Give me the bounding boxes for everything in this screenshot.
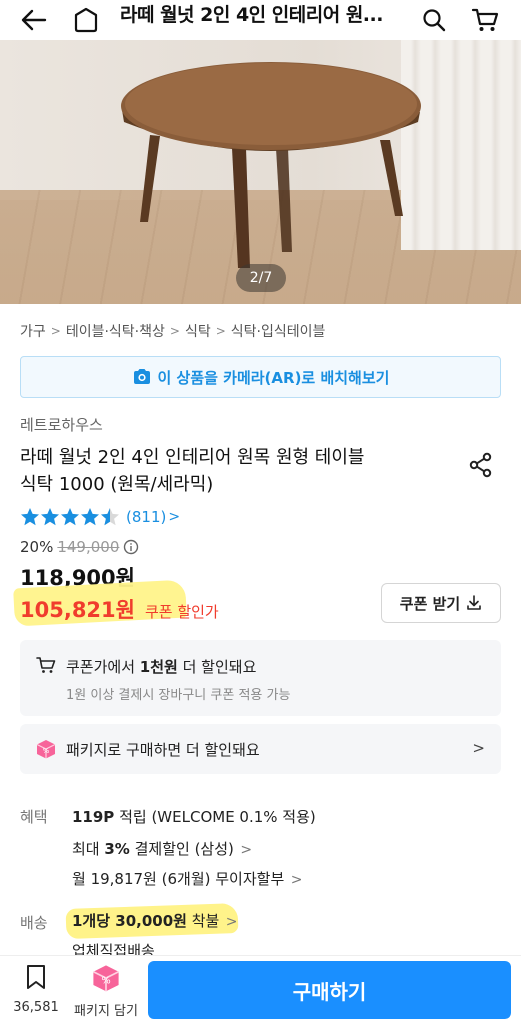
breadcrumb-item[interactable]: 식탁	[185, 321, 211, 341]
product-title-line1: 라떼 월넛 2인 4인 인테리어 원목 원형 테이블	[20, 447, 365, 468]
card-prefix: 최대	[72, 840, 105, 858]
discount-rate: 20%	[20, 538, 54, 556]
product-title-line2: 식탁 1000 (원목/세라믹)	[20, 474, 214, 495]
breadcrumb-item[interactable]: 가구	[20, 321, 46, 341]
back-arrow-icon[interactable]	[14, 0, 54, 40]
package-discount-text: 패키지로 구매하면 더 할인돼요	[66, 741, 260, 759]
top-app-bar: 라떼 월넛 2인 4인 인테리어 원...	[0, 0, 521, 40]
card-discount-benefit[interactable]: 최대 3% 결제할인 (삼성) >	[72, 838, 252, 859]
download-icon	[467, 595, 482, 610]
cart-coupon-text: 쿠폰가에서 1천원 더 할인돼요	[66, 656, 256, 677]
cart-coupon-suffix: 더 할인돼요	[177, 658, 257, 676]
coupon-price-row: 105,821원 쿠폰 할인가	[20, 594, 219, 624]
ar-button-label: 이 상품을 카메라(AR)로 배치해보기	[157, 368, 390, 387]
cart-coupon-prefix: 쿠폰가에서	[66, 658, 140, 676]
breadcrumb: 가구 > 테이블·식탁·책상 > 식탁 > 식탁·입식테이블	[20, 320, 325, 342]
card-discount-rate: 3%	[104, 840, 130, 858]
card-discount-detail: 결제할인 (삼성)	[129, 840, 234, 858]
bookmark-icon	[27, 965, 45, 989]
points-detail: 적립 (WELCOME 0.1% 적용)	[114, 808, 316, 826]
chevron-right-icon: >	[221, 914, 238, 930]
product-rating[interactable]: (811) >	[20, 506, 180, 528]
installment-text: 월 19,817원 (6개월) 무이자할부	[72, 870, 285, 888]
chevron-right-icon: >	[168, 509, 181, 525]
star-rating-icon	[21, 508, 119, 526]
cart-icon	[36, 657, 56, 673]
installment-benefit[interactable]: 월 19,817원 (6개월) 무이자할부 >	[72, 868, 302, 889]
chevron-right-icon: >	[472, 739, 485, 757]
info-icon[interactable]	[123, 539, 139, 555]
package-add-button[interactable]: % 패키지 담기	[70, 964, 142, 1019]
points-amount: 119P	[72, 808, 115, 826]
image-pager: 2/7	[236, 264, 286, 292]
coupon-button-label: 쿠폰 받기	[399, 594, 461, 613]
camera-icon	[133, 369, 150, 384]
discount-row: 20% 149,000	[20, 538, 139, 556]
package-icon: %	[36, 740, 56, 759]
cart-icon[interactable]	[468, 0, 502, 40]
home-icon[interactable]	[68, 0, 104, 40]
buy-button[interactable]: 구매하기	[148, 961, 511, 1019]
wishlist-button[interactable]: 36,581	[8, 964, 64, 1015]
get-coupon-button[interactable]: 쿠폰 받기	[381, 583, 501, 623]
review-count[interactable]: (811)	[126, 508, 166, 526]
package-discount-banner[interactable]: % 패키지로 구매하면 더 할인돼요 >	[20, 724, 501, 774]
cart-coupon-note: 1원 이상 결제시 장바구니 쿠폰 적용 가능	[66, 688, 291, 703]
original-price: 149,000	[57, 538, 120, 556]
svg-text:%: %	[101, 976, 110, 987]
chevron-right-icon: >	[286, 872, 303, 888]
page-title: 라떼 월넛 2인 4인 인테리어 원...	[120, 4, 383, 26]
product-image[interactable]: 2/7	[0, 40, 521, 304]
coupon-price-label: 쿠폰 할인가	[144, 603, 219, 621]
package-icon: %	[93, 965, 119, 992]
coupon-price: 105,821원	[20, 598, 135, 622]
cart-coupon-amount: 1천원	[139, 658, 178, 676]
wishlist-count: 36,581	[13, 1000, 59, 1015]
chevron-right-icon: >	[235, 842, 253, 858]
share-icon[interactable]	[468, 452, 494, 482]
package-add-label: 패키지 담기	[74, 1004, 138, 1019]
chevron-right-icon: >	[50, 324, 61, 338]
shipping-fee-type: 착불	[186, 912, 220, 930]
chevron-right-icon: >	[169, 324, 180, 338]
bottom-action-bar: 36,581 % 패키지 담기 구매하기	[0, 955, 521, 1024]
points-benefit: 119P 적립 (WELCOME 0.1% 적용)	[72, 806, 316, 827]
svg-text:%: %	[43, 747, 50, 755]
chevron-right-icon: >	[215, 324, 226, 338]
brand-name[interactable]: 레트로하우스	[20, 414, 103, 435]
benefits-label: 혜택	[20, 808, 48, 826]
breadcrumb-item[interactable]: 테이블·식탁·책상	[66, 321, 165, 341]
shipping-fee-amount: 1개당 30,000원	[72, 912, 187, 930]
breadcrumb-item[interactable]: 식탁·입식테이블	[231, 321, 326, 341]
shipping-fee[interactable]: 1개당 30,000원 착불 >	[72, 910, 238, 931]
shipping-label: 배송	[20, 914, 48, 932]
search-icon[interactable]	[418, 0, 450, 40]
product-title: 라떼 월넛 2인 4인 인테리어 원목 원형 테이블 식탁 1000 (원목/세…	[20, 444, 440, 498]
ar-placement-button[interactable]: 이 상품을 카메라(AR)로 배치해보기	[20, 356, 501, 398]
cart-coupon-box: 쿠폰가에서 1천원 더 할인돼요 1원 이상 결제시 장바구니 쿠폰 적용 가능	[20, 640, 501, 716]
